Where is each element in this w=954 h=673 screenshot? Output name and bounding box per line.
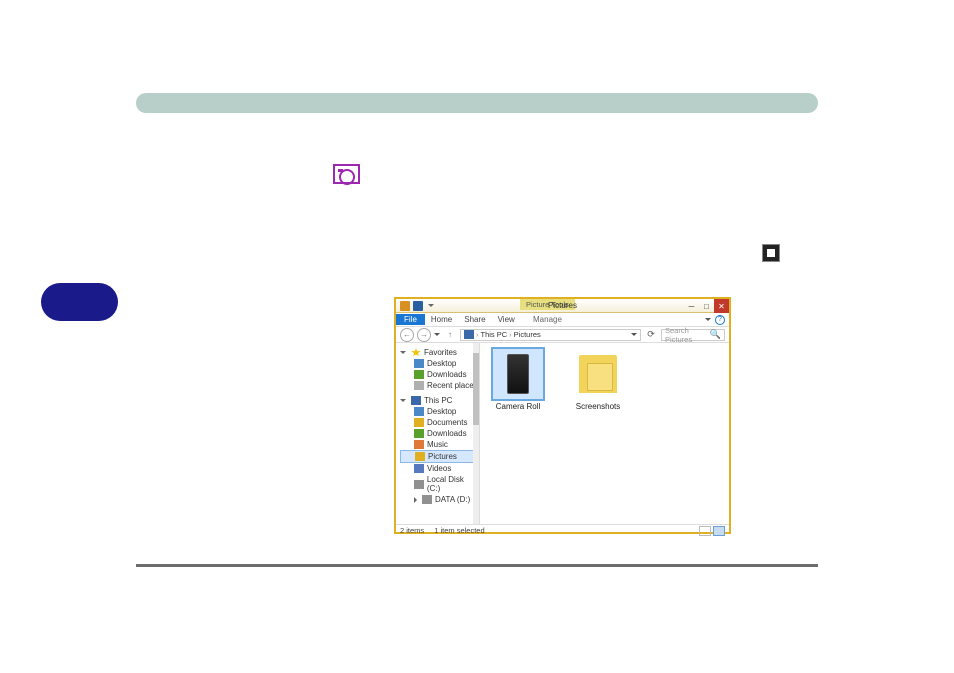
- sidebar-item-label: Downloads: [427, 370, 467, 379]
- sidebar-item-label: DATA (D:): [435, 495, 470, 504]
- pc-icon: [411, 396, 421, 405]
- window-controls: ─ □ ✕: [684, 299, 729, 313]
- view-icons-button[interactable]: [713, 526, 725, 536]
- nav-up-button[interactable]: ↑: [443, 328, 457, 342]
- tab-view[interactable]: View: [492, 315, 521, 324]
- folder-camera-roll[interactable]: Camera Roll: [490, 349, 546, 411]
- sidebar-item-label: Documents: [427, 418, 467, 427]
- music-icon: [414, 440, 424, 449]
- qat-dropdown-icon[interactable]: [428, 304, 434, 307]
- tab-home[interactable]: Home: [425, 315, 458, 324]
- quick-access-toolbar: [396, 301, 434, 311]
- search-input[interactable]: Search Pictures 🔍: [661, 329, 725, 341]
- view-details-button[interactable]: [699, 526, 711, 536]
- search-icon: 🔍: [710, 329, 721, 340]
- caret-down-icon: [400, 351, 406, 354]
- status-item-count: 2 items: [400, 526, 424, 535]
- view-switcher: [699, 526, 725, 536]
- nav-history-icon[interactable]: [434, 333, 440, 336]
- nav-forward-button[interactable]: →: [417, 328, 431, 342]
- downloads-icon: [414, 370, 424, 379]
- minimize-button[interactable]: ─: [684, 299, 699, 313]
- sidebar-item-downloads2[interactable]: Downloads: [400, 428, 479, 439]
- tab-manage[interactable]: Manage: [527, 315, 568, 324]
- nav-back-button[interactable]: ←: [400, 328, 414, 342]
- downloads-icon: [414, 429, 424, 438]
- pc-small-icon: [464, 330, 474, 339]
- folder-icon: [414, 418, 424, 427]
- scrollbar-thumb[interactable]: [473, 353, 479, 425]
- ribbon-collapse-icon[interactable]: [705, 318, 711, 321]
- folder-icon: [400, 301, 410, 311]
- sidebar-item-music[interactable]: Music: [400, 439, 479, 450]
- maximize-button[interactable]: □: [699, 299, 714, 313]
- drive-icon: [422, 495, 432, 504]
- refresh-button[interactable]: ⟳: [644, 329, 658, 340]
- folder-label: Screenshots: [570, 402, 626, 411]
- sidebar-group-favorites[interactable]: Favorites: [400, 347, 479, 358]
- sidebar-item-label: Desktop: [427, 407, 456, 416]
- sidebar-item-label: Music: [427, 440, 448, 449]
- sidebar-label-thispc: This PC: [424, 396, 452, 405]
- sidebar-item-recent[interactable]: Recent places: [400, 380, 479, 391]
- caret-down-icon: [400, 399, 406, 402]
- top-separator-bar: [136, 93, 818, 113]
- window-title: Pictures: [548, 301, 577, 310]
- camera-roll-thumbnail: [493, 349, 543, 399]
- videos-icon: [414, 464, 424, 473]
- properties-icon[interactable]: [413, 301, 423, 311]
- sidebar-item-desktop[interactable]: Desktop: [400, 358, 479, 369]
- sidebar-item-documents[interactable]: Documents: [400, 417, 479, 428]
- tab-share[interactable]: Share: [458, 315, 491, 324]
- pill-badge: [41, 283, 118, 321]
- pictures-icon: [415, 452, 425, 461]
- address-bar-row: ← → ↑ › This PC › Pictures ⟳ Search Pict…: [396, 327, 729, 343]
- chevron-right-icon: ›: [509, 330, 512, 339]
- chevron-right-icon: ›: [476, 330, 479, 339]
- caret-right-icon: [414, 497, 417, 503]
- screenshots-thumbnail: [573, 349, 623, 399]
- sidebar-item-pictures[interactable]: Pictures: [400, 450, 479, 463]
- sidebar-item-label: Pictures: [428, 452, 457, 461]
- status-selection: 1 item selected: [434, 526, 484, 535]
- titlebar: Picture Tools Pictures ─ □ ✕: [396, 299, 729, 313]
- sidebar-item-label: Desktop: [427, 359, 456, 368]
- sidebar-group-thispc[interactable]: This PC: [400, 395, 479, 406]
- navigation-pane: Favorites Desktop Downloads Recent place…: [396, 343, 480, 524]
- address-dropdown-icon[interactable]: [631, 333, 637, 336]
- sidebar-item-label: Videos: [427, 464, 451, 473]
- sidebar-item-desktop2[interactable]: Desktop: [400, 406, 479, 417]
- breadcrumb-pictures[interactable]: Pictures: [514, 330, 541, 339]
- close-button[interactable]: ✕: [714, 299, 729, 313]
- breadcrumb-thispc[interactable]: This PC: [481, 330, 508, 339]
- sidebar-item-label: Recent places: [427, 381, 478, 390]
- sidebar-item-label: Downloads: [427, 429, 467, 438]
- sidebar-item-videos[interactable]: Videos: [400, 463, 479, 474]
- sidebar-scrollbar[interactable]: [473, 343, 479, 524]
- file-explorer-window: Picture Tools Pictures ─ □ ✕ File Home S…: [394, 297, 731, 534]
- sidebar-item-label: Local Disk (C:): [427, 475, 479, 493]
- desktop-icon: [414, 359, 424, 368]
- camera-app-icon: [333, 164, 360, 184]
- status-bar: 2 items 1 item selected: [396, 524, 729, 536]
- search-placeholder: Search Pictures: [665, 326, 710, 344]
- folder-label: Camera Roll: [490, 402, 546, 411]
- sidebar-item-localc[interactable]: Local Disk (C:): [400, 474, 479, 494]
- help-icon[interactable]: ?: [715, 315, 725, 325]
- desktop-icon: [414, 407, 424, 416]
- address-path[interactable]: › This PC › Pictures: [460, 329, 641, 341]
- stop-record-icon: [762, 244, 780, 262]
- content-pane[interactable]: Camera Roll Screenshots: [480, 343, 729, 524]
- recent-icon: [414, 381, 424, 390]
- star-icon: [411, 348, 421, 357]
- drive-icon: [414, 480, 424, 489]
- sidebar-label-favorites: Favorites: [424, 348, 457, 357]
- bottom-separator: [136, 564, 818, 567]
- folder-screenshots[interactable]: Screenshots: [570, 349, 626, 411]
- sidebar-item-downloads[interactable]: Downloads: [400, 369, 479, 380]
- sidebar-item-datad[interactable]: DATA (D:): [400, 494, 479, 505]
- tab-file[interactable]: File: [396, 314, 425, 325]
- ribbon-tabs: File Home Share View Manage ?: [396, 313, 729, 327]
